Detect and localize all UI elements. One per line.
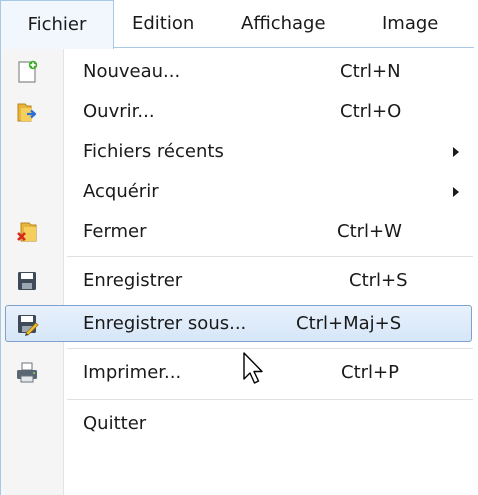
menu-item-shortcut: Ctrl+P: [341, 362, 399, 383]
printer-icon: [15, 361, 39, 385]
menu-bar: Fichier Edition Affichage Image: [0, 0, 478, 49]
menu-item-label: Enregistrer sous...: [83, 313, 247, 334]
menu-affichage[interactable]: Affichage: [241, 0, 326, 48]
menu-item-nouveau[interactable]: Nouveau... Ctrl+N: [1, 52, 473, 92]
menu-item-fermer[interactable]: Fermer Ctrl+W: [1, 212, 473, 252]
menu-separator: [67, 348, 473, 349]
save-as-disk-icon: [15, 312, 39, 336]
menu-item-enregistrer-sous[interactable]: Enregistrer sous... Ctrl+Maj+S: [1, 304, 473, 344]
submenu-arrow-icon: [453, 187, 459, 197]
menu-item-ouvrir[interactable]: Ouvrir... Ctrl+O: [1, 92, 473, 132]
menu-item-label: Fichiers récents: [83, 141, 224, 162]
menu-item-label: Quitter: [83, 413, 147, 434]
menu-item-label: Fermer: [83, 221, 147, 242]
menu-item-shortcut: Ctrl+Maj+S: [296, 313, 402, 334]
save-disk-icon: [15, 269, 39, 293]
menu-item-quitter[interactable]: Quitter: [1, 404, 473, 444]
menu-separator: [67, 399, 473, 400]
mouse-pointer-icon: [243, 352, 263, 384]
menu-edition[interactable]: Edition: [132, 0, 194, 48]
menu-item-label: Ouvrir...: [83, 101, 155, 122]
submenu-arrow-icon: [453, 147, 459, 157]
menu-item-label: Acquérir: [83, 181, 159, 202]
menu-item-label: Enregistrer: [83, 270, 183, 291]
menu-item-shortcut: Ctrl+S: [349, 270, 408, 291]
menu-item-enregistrer[interactable]: Enregistrer Ctrl+S: [1, 261, 473, 301]
menu-item-acquerir[interactable]: Acquérir: [1, 172, 473, 212]
menu-item-label: Imprimer...: [83, 362, 182, 383]
close-folder-icon: [15, 220, 39, 244]
menu-item-shortcut: Ctrl+N: [340, 61, 401, 82]
menu-fichier[interactable]: Fichier: [0, 0, 114, 49]
menu-item-fichiers-recents[interactable]: Fichiers récents: [1, 132, 473, 172]
menu-item-shortcut: Ctrl+O: [340, 101, 402, 122]
menu-item-label: Nouveau...: [83, 61, 181, 82]
menu-separator: [67, 256, 473, 257]
menu-item-shortcut: Ctrl+W: [337, 221, 402, 242]
menu-image[interactable]: Image: [382, 0, 438, 48]
open-folder-icon: [15, 100, 39, 124]
menu-item-imprimer[interactable]: Imprimer... Ctrl+P: [1, 353, 473, 393]
new-document-icon: [15, 60, 39, 84]
fichier-dropdown-menu: Nouveau... Ctrl+N Ouvrir... Ctrl+O Fichi…: [0, 47, 474, 495]
